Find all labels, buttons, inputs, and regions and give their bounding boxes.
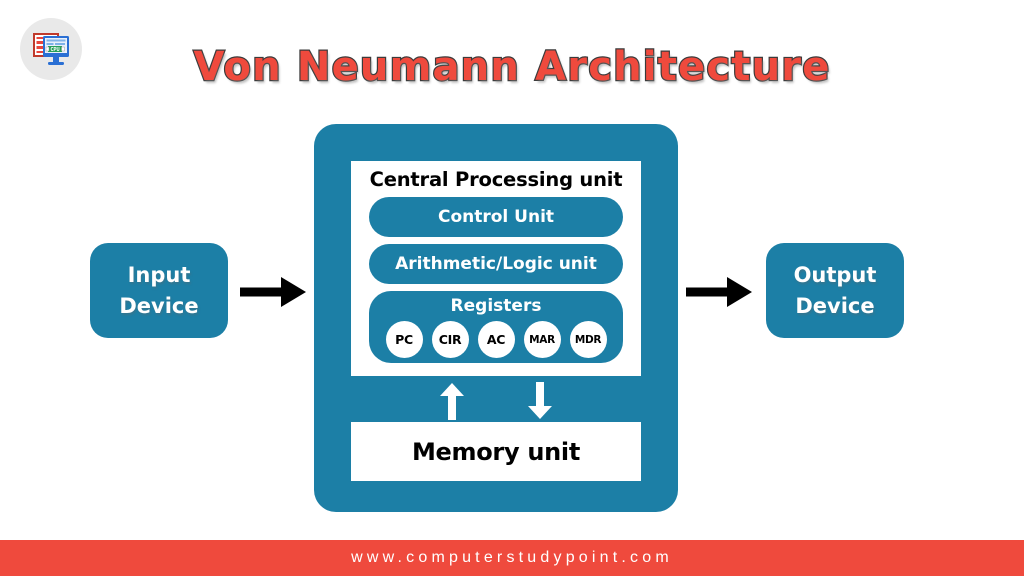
memory-unit-box: Memory unit: [351, 422, 641, 481]
input-device-label-line1: Input: [127, 262, 191, 287]
arrow-up-icon-memory-read: [438, 382, 466, 425]
register-chip-cir: CIR: [431, 321, 469, 358]
cpu-memory-arrows: [314, 382, 678, 422]
registers-block: Registers PC CIR AC MAR MDR: [369, 291, 623, 363]
output-device-box: Output Device: [766, 243, 904, 338]
arrow-down-icon-memory-write: [526, 382, 554, 425]
output-device-label-line1: Output: [793, 262, 877, 287]
control-unit-block: Control Unit: [369, 197, 623, 237]
memory-unit-label: Memory unit: [411, 437, 581, 466]
output-device-label-line2: Device: [795, 293, 875, 318]
registers-row: PC CIR AC MAR MDR: [369, 321, 623, 358]
registers-title: Registers: [450, 296, 542, 316]
register-chip-mar: MAR: [523, 321, 561, 358]
register-chip-mdr: MDR: [569, 321, 607, 358]
register-chip-pc: PC: [385, 321, 423, 358]
alu-block: Arithmetic/Logic unit: [369, 244, 623, 284]
arrow-right-icon-cpu-to-output: [686, 275, 754, 314]
register-chip-ac: AC: [477, 321, 515, 358]
input-device-label-line2: Device: [119, 293, 199, 318]
footer-url: www.computerstudypoint.com: [351, 549, 673, 566]
arrow-right-icon-input-to-cpu: [240, 275, 308, 314]
page-title: Von Neumann Architecture: [192, 43, 831, 91]
cpu-card: Central Processing unit Control Unit Ari…: [351, 161, 641, 376]
cpu-title: Central Processing unit: [369, 168, 623, 191]
von-neumann-system-container: Central Processing unit Control Unit Ari…: [314, 124, 678, 512]
footer-bar: www.computerstudypoint.com: [0, 540, 1024, 576]
input-device-box: Input Device: [90, 243, 228, 338]
